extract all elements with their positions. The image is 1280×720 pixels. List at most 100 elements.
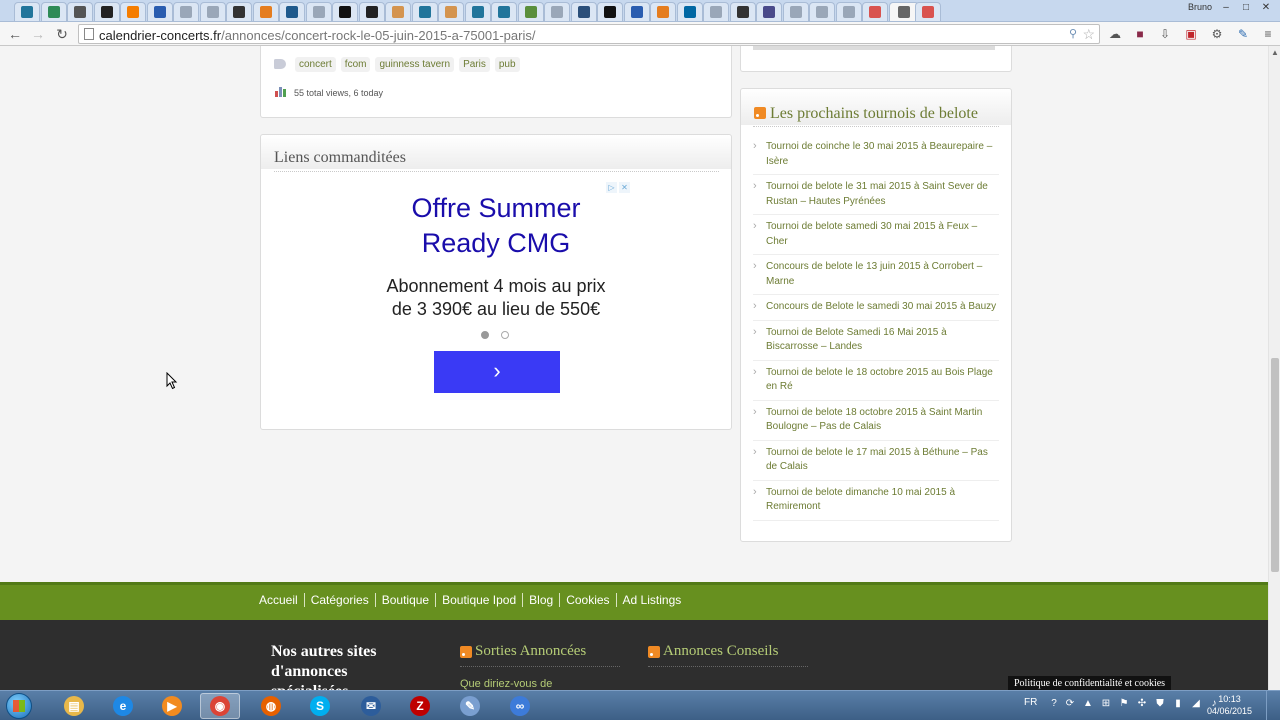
list-item[interactable]: Concours de Belote le samedi 30 mai 2015… [753, 295, 999, 321]
browser-tab[interactable] [782, 2, 809, 21]
tray-expand-icon[interactable]: ▲ [1082, 698, 1094, 710]
cloud-extension-icon[interactable]: ☁ [1106, 25, 1124, 43]
browser-tab[interactable] [120, 2, 146, 21]
scroll-up-arrow-icon[interactable]: ▲ [1269, 46, 1280, 60]
red-extension-icon[interactable]: ▣ [1182, 25, 1200, 43]
browser-tab[interactable] [570, 2, 597, 21]
url-text[interactable]: calendrier-concerts.fr/annonces/concert-… [99, 28, 535, 43]
profile-name[interactable]: Bruno [1188, 2, 1212, 12]
start-button[interactable] [6, 693, 32, 719]
list-item[interactable]: Tournoi de belote le 18 octobre 2015 au … [753, 361, 999, 401]
browser-tab[interactable] [544, 2, 570, 21]
browser-tab[interactable] [332, 2, 358, 21]
taskbar-app-firefox[interactable]: ◍ [251, 693, 291, 719]
footer-feed-item[interactable]: Que diriez-vous de [460, 678, 552, 690]
browser-tab[interactable] [862, 2, 888, 21]
taskbar-app-filezilla[interactable]: Z [400, 693, 440, 719]
signal-icon[interactable]: ◢ [1190, 698, 1202, 710]
ad-next-button[interactable]: › [434, 351, 560, 393]
search-extension-icon[interactable]: ⚙ [1208, 25, 1226, 43]
list-item[interactable]: Tournoi de coinche le 30 mai 2015 à Beau… [753, 135, 999, 175]
tag-link[interactable]: Paris [459, 57, 490, 72]
list-item[interactable]: Concours de belote le 13 juin 2015 à Cor… [753, 255, 999, 295]
footer-feed-title[interactable]: Sorties Annoncées [475, 643, 586, 660]
forward-arrow-icon[interactable]: → [29, 25, 47, 43]
browser-tab[interactable] [888, 2, 919, 21]
scrollbar-thumb[interactable] [1271, 358, 1279, 572]
maximize-icon[interactable]: □ [1238, 2, 1254, 14]
network-share-icon[interactable]: ✣ [1136, 698, 1148, 710]
taskbar-app-app[interactable]: ∞ [500, 693, 540, 719]
browser-tab[interactable] [438, 2, 464, 21]
browser-tab[interactable] [252, 2, 279, 21]
address-bar[interactable]: calendrier-concerts.fr/annonces/concert-… [78, 24, 1100, 44]
taskbar-app-internet-explorer[interactable]: e [103, 693, 143, 719]
language-indicator[interactable]: FR [1024, 697, 1037, 708]
tag-link[interactable]: pub [494, 57, 520, 72]
list-item[interactable]: Tournoi de belote le 31 mai 2015 à Saint… [753, 175, 999, 215]
taskbar-app-explorer[interactable]: ▤ [54, 693, 94, 719]
browser-tab[interactable] [40, 2, 67, 21]
browser-tab[interactable] [226, 2, 252, 21]
browser-tab[interactable] [623, 2, 650, 21]
footer-link-ad-listings[interactable]: Ad Listings [617, 593, 688, 607]
browser-tab[interactable] [597, 2, 623, 21]
clock[interactable]: 10:13 04/06/2015 [1207, 693, 1252, 717]
browser-tab[interactable] [756, 2, 782, 21]
tag-link[interactable]: concert [295, 57, 336, 72]
taskbar-app-media-player[interactable]: ▶ [152, 693, 192, 719]
browser-tab[interactable] [517, 2, 544, 21]
browser-tab[interactable] [93, 2, 120, 21]
list-item[interactable]: Tournoi de belote 18 octobre 2015 à Sain… [753, 401, 999, 441]
battery-icon[interactable]: ▮ [1172, 698, 1184, 710]
help-icon[interactable]: ? [1048, 698, 1060, 710]
windows-icon[interactable]: ⊞ [1100, 698, 1112, 710]
browser-tab[interactable] [305, 2, 332, 21]
footer-link-home[interactable]: Accueil [253, 593, 305, 607]
page-scrollbar[interactable]: ▲ [1268, 46, 1280, 690]
browser-tab[interactable] [809, 2, 835, 21]
close-window-icon[interactable]: ✕ [1258, 2, 1274, 14]
browser-tab[interactable] [491, 2, 517, 21]
carousel-dot[interactable] [501, 331, 509, 339]
browser-tab[interactable] [411, 2, 438, 21]
browser-tab[interactable] [915, 2, 941, 21]
rss-icon[interactable] [754, 107, 766, 119]
list-item[interactable]: Tournoi de belote dimanche 10 mai 2015 à… [753, 481, 999, 521]
key-icon[interactable]: ⚲ [1069, 27, 1077, 40]
taskbar-app-chrome[interactable]: ◉ [200, 693, 240, 719]
taskbar-app-paint[interactable]: ✎ [450, 693, 490, 719]
minimize-icon[interactable]: – [1218, 2, 1234, 14]
flag-icon[interactable]: ⚑ [1118, 698, 1130, 710]
browser-tab[interactable] [67, 2, 93, 21]
browser-tab[interactable] [279, 2, 305, 21]
list-item[interactable]: Tournoi de Belote Samedi 16 Mai 2015 à B… [753, 321, 999, 361]
menu-icon[interactable]: ≡ [1259, 25, 1277, 43]
footer-link-categories[interactable]: Catégories [305, 593, 376, 607]
tools-extension-icon[interactable]: ✎ [1234, 25, 1252, 43]
footer-link-ipod-shop[interactable]: Boutique Ipod [436, 593, 524, 607]
browser-tab[interactable] [729, 2, 756, 21]
security-icon[interactable]: ⛊ [1154, 698, 1166, 710]
show-desktop-button[interactable] [1266, 691, 1280, 720]
browser-tab[interactable] [385, 2, 411, 21]
browser-tab[interactable] [173, 2, 199, 21]
footer-link-cookies[interactable]: Cookies [560, 593, 617, 607]
back-arrow-icon[interactable]: ← [6, 25, 24, 43]
browser-tab[interactable] [835, 2, 862, 21]
browser-tab[interactable] [464, 2, 491, 21]
bookmark-star-icon[interactable]: ☆ [1082, 26, 1095, 43]
ad-description[interactable]: Abonnement 4 mois au prix de 3 390€ au l… [261, 275, 731, 321]
extension-icon[interactable]: ■ [1131, 25, 1149, 43]
browser-tab[interactable] [703, 2, 729, 21]
tag-link[interactable]: fcom [340, 57, 371, 72]
ad-headline[interactable]: Offre Summer Ready CMG [261, 191, 731, 261]
list-item[interactable]: Tournoi de belote le 17 mai 2015 à Béthu… [753, 441, 999, 481]
list-item[interactable]: Tournoi de belote samedi 30 mai 2015 à F… [753, 215, 999, 255]
browser-tab[interactable] [199, 2, 226, 21]
taskbar-app-skype[interactable]: S [300, 693, 340, 719]
footer-feed-title[interactable]: Annonces Conseils [663, 643, 778, 660]
taskbar-app-thunderbird[interactable]: ✉ [351, 693, 391, 719]
reload-icon[interactable]: ↻ [53, 25, 71, 43]
browser-tab[interactable] [14, 2, 40, 21]
